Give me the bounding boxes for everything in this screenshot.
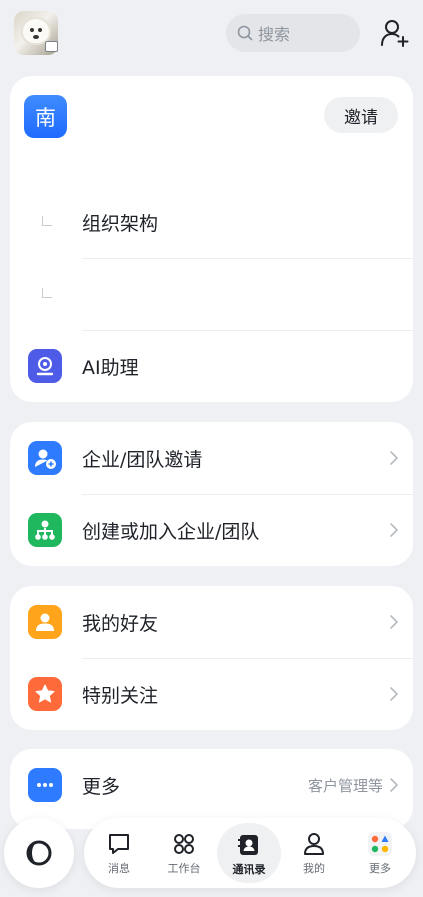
ai-assistant-icon [28, 349, 62, 383]
tab-more[interactable]: 更多 [348, 818, 412, 888]
chevron-right-icon [390, 687, 398, 701]
tab-label: 工作台 [167, 862, 201, 875]
chevron-right-icon [390, 523, 398, 537]
chevron-right-icon [390, 778, 398, 792]
invite-button[interactable]: 邀请 [324, 97, 398, 133]
special-follow-label: 特别关注 [82, 684, 159, 707]
tab-label: 通讯录 [232, 863, 266, 876]
more-row[interactable]: 更多 客户管理等 [10, 749, 413, 821]
my-friends-label: 我的好友 [82, 612, 159, 635]
more-card: 更多 客户管理等 [10, 749, 413, 829]
organization-badge[interactable]: 南 [24, 95, 67, 138]
more-label: 更多 [82, 775, 121, 798]
app-logo-icon [26, 840, 52, 866]
profile-icon [304, 833, 324, 855]
chevron-right-icon [390, 615, 398, 629]
tab-label: 我的 [303, 862, 325, 875]
organization-card: 南 邀请 组织架构 AI助理 [10, 76, 413, 402]
org-structure-label: 组织架构 [82, 212, 159, 235]
search-icon [237, 25, 253, 41]
team-card: 企业/团队邀请 创建或加入企业/团队 [10, 422, 413, 566]
search-bar[interactable]: 搜索 [226, 14, 360, 52]
more-apps-icon [368, 832, 392, 856]
org-tree-icon [28, 513, 62, 547]
tab-workbench[interactable]: 工作台 [152, 818, 216, 888]
top-bar: 搜索 [0, 0, 423, 66]
tab-profile[interactable]: 我的 [282, 818, 346, 888]
friend-icon [28, 605, 62, 639]
more-sub-label: 客户管理等 [307, 776, 383, 795]
tab-messages[interactable]: 消息 [87, 818, 151, 888]
special-follow-row[interactable]: 特别关注 [10, 658, 413, 730]
tab-contacts[interactable]: 通讯录 [217, 823, 281, 883]
dog-icon [23, 19, 49, 43]
ai-assistant-label: AI助理 [82, 356, 139, 379]
tree-branch-icon [42, 216, 52, 226]
create-join-team-label: 创建或加入企业/团队 [82, 520, 260, 543]
contacts-icon [238, 835, 258, 855]
create-join-team-row[interactable]: 创建或加入企业/团队 [10, 494, 413, 566]
department-row[interactable] [10, 258, 413, 330]
add-person-icon[interactable] [380, 18, 410, 48]
tree-branch-icon [42, 288, 52, 298]
team-invite-label: 企业/团队邀请 [82, 448, 203, 471]
invite-team-icon [28, 441, 62, 475]
my-friends-row[interactable]: 我的好友 [10, 586, 413, 658]
workbench-icon [174, 834, 194, 854]
home-launcher-button[interactable] [4, 818, 74, 888]
message-icon [109, 834, 129, 854]
org-structure-row[interactable]: 组织架构 [10, 186, 413, 258]
monitor-icon [45, 41, 58, 52]
bottom-tab-bar: 消息 工作台 通讯录 我的 更多 [84, 818, 416, 888]
ai-assistant-row[interactable]: AI助理 [10, 330, 413, 402]
more-dots-icon [28, 768, 62, 802]
team-invite-row[interactable]: 企业/团队邀请 [10, 422, 413, 494]
chevron-right-icon [390, 451, 398, 465]
star-icon [28, 677, 62, 711]
tab-label: 更多 [369, 862, 391, 875]
search-placeholder: 搜索 [258, 25, 291, 44]
tab-label: 消息 [108, 862, 130, 875]
friends-card: 我的好友 特别关注 [10, 586, 413, 730]
